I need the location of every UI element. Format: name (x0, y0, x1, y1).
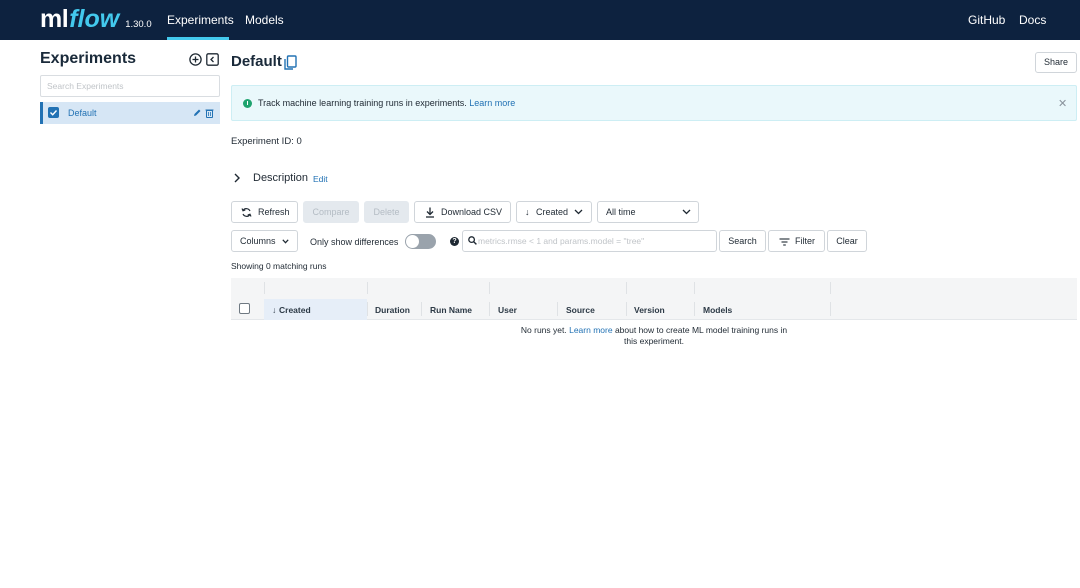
select-all-checkbox[interactable] (239, 303, 250, 314)
refresh-label: Refresh (258, 207, 290, 217)
column-header-version[interactable]: Version (634, 305, 665, 315)
column-header-created[interactable]: Created (279, 305, 311, 315)
info-icon (243, 99, 252, 108)
filter-icon (779, 238, 790, 246)
chevron-down-icon (282, 239, 289, 244)
column-header-models[interactable]: Models (703, 305, 732, 315)
description-label[interactable]: Description (253, 172, 308, 184)
sort-arrow-icon: ↓ (525, 207, 530, 217)
search-runs-input[interactable] (478, 233, 713, 249)
description-edit-link[interactable]: Edit (313, 174, 328, 184)
columns-dropdown[interactable]: Columns (231, 230, 298, 252)
search-experiments-input[interactable]: Search Experiments (40, 75, 220, 97)
refresh-icon (241, 208, 252, 217)
mlflow-logo[interactable]: ml flow 1.30.0 (40, 4, 152, 34)
version-label: 1.30.0 (125, 19, 152, 30)
columns-label: Columns (240, 236, 276, 246)
nav-models[interactable]: Models (245, 0, 284, 40)
nav-docs[interactable]: Docs (1019, 0, 1046, 40)
checkmark-icon (50, 110, 58, 116)
empty-runs-text-end: about how to create ML model training ru… (614, 325, 788, 346)
sort-dropdown[interactable]: ↓ Created (516, 201, 592, 223)
add-experiment-icon[interactable] (189, 53, 202, 66)
empty-runs-text-start: No runs yet. (520, 325, 567, 335)
toggle-knob (406, 235, 419, 248)
edit-icon[interactable] (193, 108, 202, 117)
top-nav: ml flow 1.30.0 Experiments Models GitHub… (0, 0, 1080, 40)
empty-runs-learn-more-link[interactable]: Learn more (569, 325, 612, 335)
refresh-button[interactable]: Refresh (231, 201, 298, 223)
only-show-differences-toggle[interactable] (405, 234, 436, 249)
chevron-down-icon (682, 209, 691, 215)
column-header-run-name[interactable]: Run Name (430, 305, 472, 315)
banner-learn-more-link[interactable]: Learn more (469, 98, 515, 108)
logo-flow-text: flow (69, 5, 120, 33)
column-header-user[interactable]: User (498, 305, 517, 315)
delete-button[interactable]: Delete (364, 201, 409, 223)
compare-button[interactable]: Compare (303, 201, 359, 223)
page-title: Default (231, 53, 282, 70)
collapse-sidebar-icon[interactable] (206, 53, 219, 66)
empty-runs-message: No runs yet. Learn more about how to cre… (514, 325, 794, 347)
column-header-duration[interactable]: Duration (375, 305, 410, 315)
time-range-label: All time (606, 207, 636, 217)
column-header-source[interactable]: Source (566, 305, 595, 315)
experiment-checkbox[interactable] (48, 107, 59, 118)
help-icon[interactable]: ? (450, 237, 459, 246)
share-button[interactable]: Share (1035, 52, 1077, 73)
sidebar-title: Experiments (40, 50, 137, 67)
sort-desc-icon: ↓ (272, 305, 277, 315)
filter-label: Filter (795, 236, 815, 246)
runs-table: ↓ Created Duration Run Name User Source … (231, 278, 1077, 320)
experiment-name: Default (68, 108, 97, 118)
matching-runs-count: Showing 0 matching runs (231, 261, 327, 271)
banner-text: Track machine learning training runs in … (258, 98, 467, 108)
clear-button[interactable]: Clear (827, 230, 867, 252)
download-csv-label: Download CSV (441, 207, 503, 217)
sort-label: Created (536, 207, 569, 217)
search-icon (468, 236, 477, 245)
chevron-down-icon (574, 209, 583, 215)
filter-button[interactable]: Filter (768, 230, 825, 252)
close-icon[interactable]: ✕ (1058, 97, 1067, 110)
experiment-id: Experiment ID: 0 (231, 136, 302, 147)
nav-experiments[interactable]: Experiments (167, 0, 234, 40)
chevron-right-icon[interactable] (233, 172, 241, 184)
info-banner: Track machine learning training runs in … (231, 85, 1077, 121)
download-icon (426, 207, 434, 218)
experiment-id-value: 0 (296, 136, 302, 147)
experiment-id-label: Experiment ID: (231, 136, 294, 147)
copy-icon[interactable] (284, 55, 297, 70)
sidebar-item-default[interactable]: Default (40, 102, 220, 124)
nav-github[interactable]: GitHub (968, 0, 1005, 40)
only-show-differences-label: Only show differences (310, 237, 399, 247)
search-button[interactable]: Search (719, 230, 766, 252)
delete-icon[interactable] (205, 108, 214, 118)
download-csv-button[interactable]: Download CSV (414, 201, 511, 223)
logo-ml-text: ml (40, 5, 69, 33)
search-runs-box[interactable] (462, 230, 717, 252)
time-range-select[interactable]: All time (597, 201, 699, 223)
